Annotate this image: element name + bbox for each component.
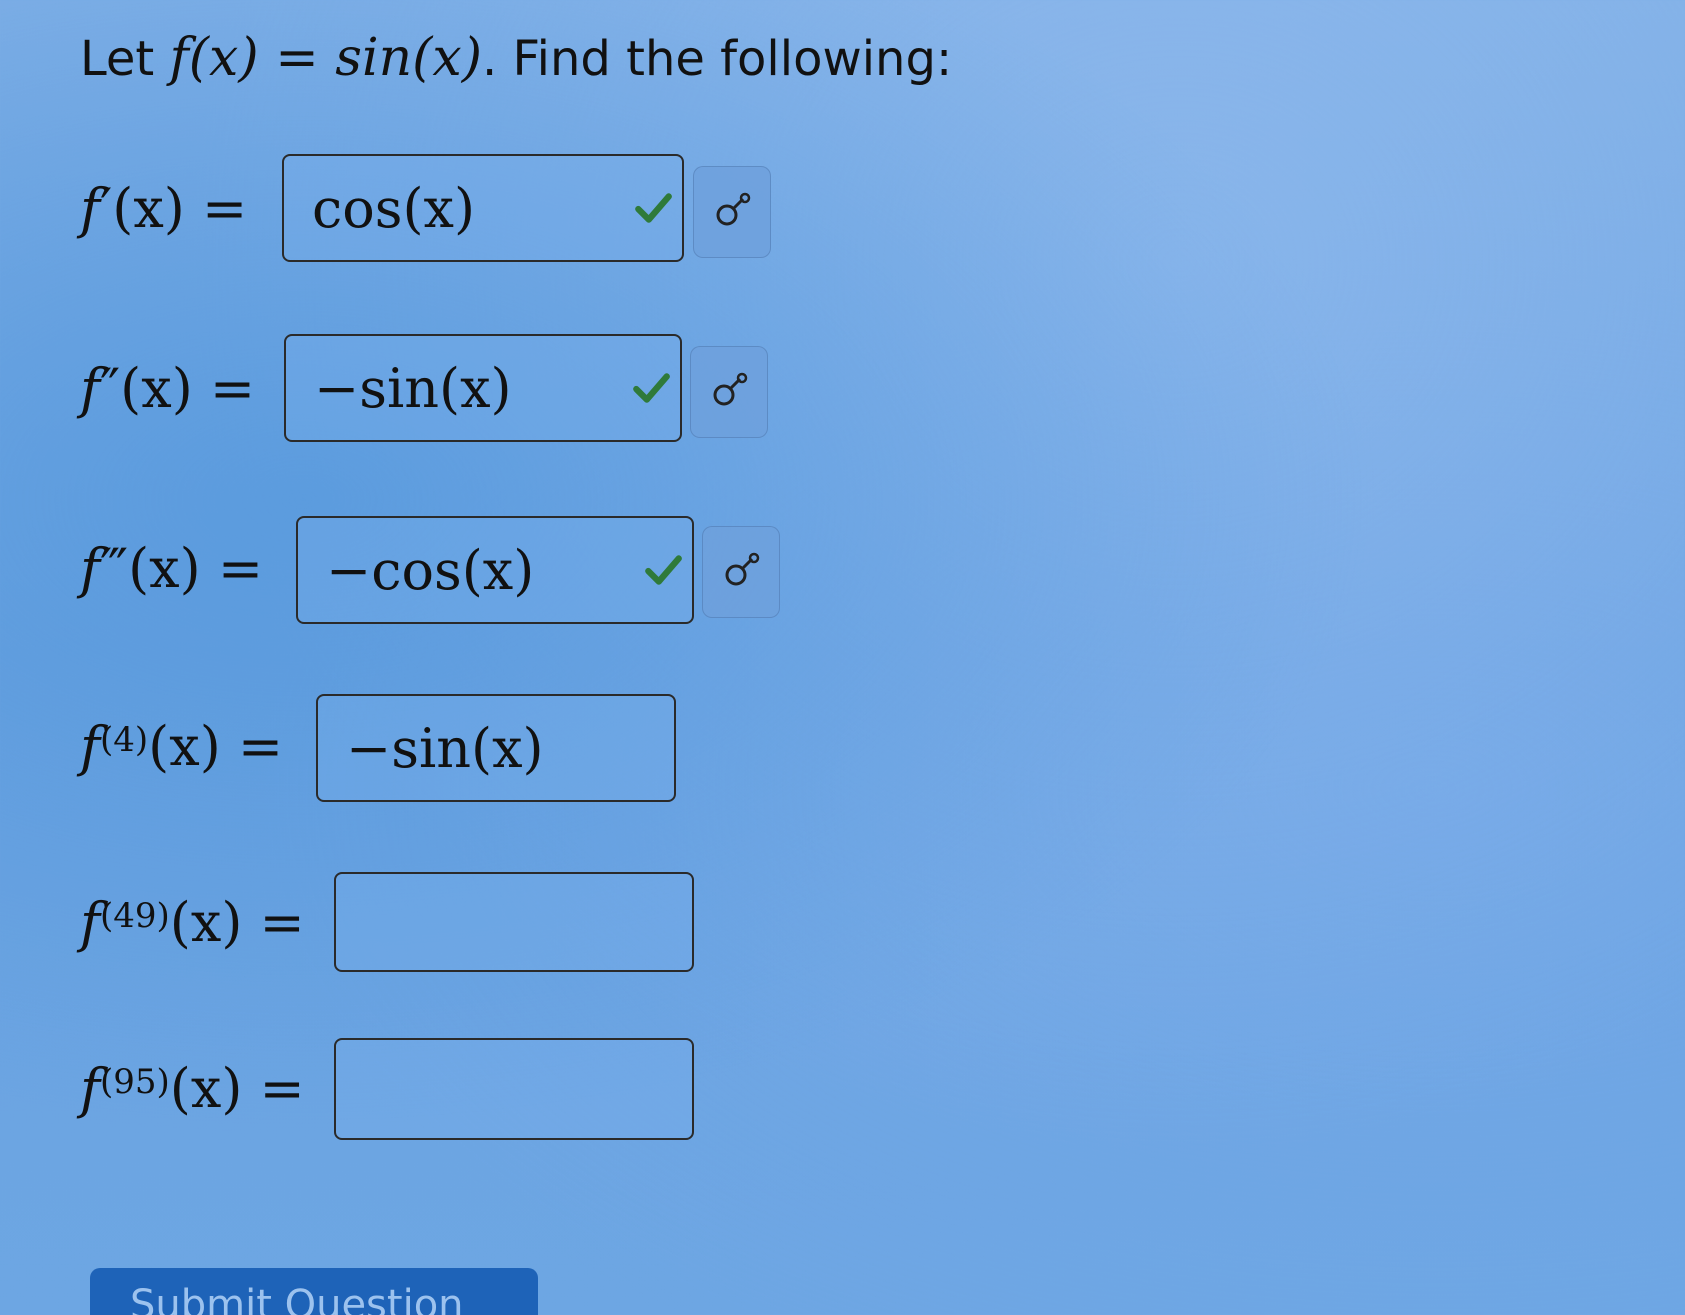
derivative-label-6: f (95) (x) = — [80, 1056, 305, 1120]
answer-box-2 — [284, 334, 682, 442]
answer-box-5 — [334, 872, 694, 972]
answer-box-6 — [334, 1038, 694, 1140]
preview-button-3[interactable] — [702, 526, 780, 618]
function-definition: f(x) = sin(x) — [169, 28, 482, 88]
prompt-tail: . Find the following: — [482, 31, 953, 87]
preview-icon — [713, 372, 748, 406]
derivative-label-4: f (4) (x) = — [80, 714, 284, 778]
derivative-row-3: f ‴ (x) = — [80, 512, 263, 624]
derivative-label-3: f ‴ (x) = — [80, 536, 264, 600]
preview-button-1[interactable] — [693, 166, 771, 258]
derivative-row-6: f (95) (x) = — [80, 1032, 305, 1144]
answer-input-4[interactable] — [318, 696, 674, 800]
derivative-row-5: f (49) (x) = — [80, 866, 305, 978]
check-icon — [635, 193, 672, 223]
question-prompt: Let f(x) = sin(x). Find the following: — [80, 18, 952, 99]
derivative-row-2: f ″ (x) = — [80, 332, 255, 444]
answer-box-3 — [296, 516, 694, 624]
answer-input-2[interactable] — [286, 336, 680, 440]
answer-input-5[interactable] — [336, 874, 692, 970]
preview-button-2[interactable] — [690, 346, 768, 438]
answer-input-1[interactable] — [284, 156, 682, 260]
answer-box-4 — [316, 694, 676, 802]
preview-icon — [725, 552, 760, 586]
derivative-label-5: f (49) (x) = — [80, 890, 305, 954]
check-icon — [633, 373, 670, 403]
preview-icon — [716, 192, 751, 226]
answer-input-3[interactable] — [298, 518, 692, 622]
submit-question-button[interactable]: Submit Question — [90, 1268, 538, 1315]
prompt-lead: Let — [80, 31, 155, 87]
derivative-row-4: f (4) (x) = — [80, 690, 283, 802]
derivative-row-1: f ′ (x) = — [80, 152, 247, 264]
check-icon — [645, 555, 682, 585]
derivative-label-1: f ′ (x) = — [80, 176, 248, 240]
derivative-label-2: f ″ (x) = — [80, 356, 256, 420]
answer-input-6[interactable] — [336, 1040, 692, 1138]
answer-box-1 — [282, 154, 684, 262]
